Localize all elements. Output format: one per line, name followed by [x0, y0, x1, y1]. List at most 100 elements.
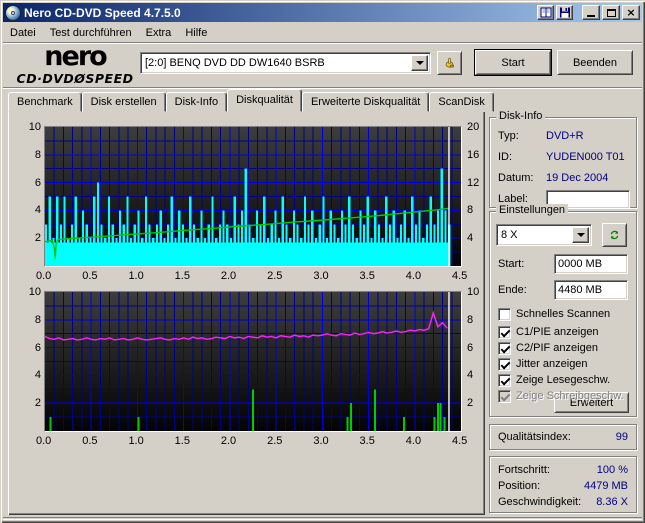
- tab-diskqualit-t[interactable]: Diskqualität: [227, 89, 302, 112]
- disk-info-panel: Disk-Info Typ: DVD+R ID: YUDEN000 T01 Datum:…: [489, 110, 637, 209]
- disk-info-label: ID:: [498, 151, 513, 163]
- checkbox-c2-pif-anzeigen[interactable]: C2/PIF anzeigen: [498, 341, 598, 355]
- tab-benchmark[interactable]: Benchmark: [8, 92, 82, 112]
- disk-info-label: Datum:: [498, 172, 534, 184]
- titlebar[interactable]: Nero CD-DVD Speed 4.7.5.0 ×: [3, 3, 642, 22]
- checkbox-zeige-lesegeschw[interactable]: Zeige Lesegeschw.: [498, 373, 610, 387]
- x-axis-tick-pi-errors: 0.5: [82, 270, 98, 282]
- checkbox-label: Zeige Lesegeschw.: [516, 374, 611, 386]
- pi-errors-chart: [44, 126, 462, 267]
- disk-info-row-id: ID: YUDEN000 T01: [498, 151, 630, 163]
- checkbox-zeige-schreibgeschw: Zeige Schreibgeschw.: [498, 389, 624, 403]
- progress-label: Geschwindigkeit:: [498, 496, 582, 508]
- y-axis-right-tick-pi-errors: 20: [467, 121, 480, 133]
- create-disc-button[interactable]: [437, 51, 462, 75]
- quality-index-label: Qualitätsindex:: [498, 431, 571, 443]
- checkbox-label: Jitter anzeigen: [516, 358, 588, 370]
- checkbox-box[interactable]: [498, 357, 511, 371]
- menu-item-datei[interactable]: Datei: [3, 25, 43, 41]
- x-axis-tick-pi-errors: 2.5: [267, 270, 283, 282]
- checkbox-box[interactable]: [498, 325, 511, 339]
- x-axis-tick-jitter: 4.0: [405, 435, 422, 447]
- progress-value: 100 %: [596, 464, 628, 476]
- quality-index-panel: Qualitätsindex: 99: [489, 424, 637, 450]
- report-icon[interactable]: [537, 5, 554, 20]
- checkbox-label: Schnelles Scannen: [516, 308, 611, 320]
- chevron-down-icon[interactable]: [572, 227, 589, 243]
- window-title: Nero CD-DVD Speed 4.7.5.0: [24, 5, 181, 20]
- checkbox-jitter-anzeigen[interactable]: Jitter anzeigen: [498, 357, 588, 371]
- maximize-icon: [606, 8, 616, 17]
- x-axis-tick-pi-errors: 4.0: [405, 270, 422, 282]
- speed-select[interactable]: 8 X: [496, 224, 592, 246]
- x-axis-tick-jitter: 4.5: [452, 435, 468, 447]
- progress-label: Position:: [498, 480, 541, 492]
- progress-value: 8.36 X: [596, 496, 628, 508]
- checkbox-label: C1/PIE anzeigen: [516, 326, 599, 338]
- refresh-button[interactable]: [602, 223, 627, 247]
- tab-bar: Benchmark Disk erstellen Disk-Info Diskqual…: [8, 89, 494, 112]
- close-icon: ×: [626, 5, 636, 19]
- y-axis-right-tick-pi-errors: 16: [467, 148, 480, 161]
- minimize-icon: [587, 15, 595, 17]
- y-axis-left-tick-jitter: 10: [28, 286, 41, 298]
- start-position-label: Start:: [498, 258, 525, 270]
- progress-label: Fortschritt:: [498, 464, 550, 476]
- disk-info-title: Disk-Info: [496, 110, 546, 122]
- x-axis-tick-jitter: 0.0: [36, 435, 52, 447]
- y-axis-left-tick-pi-errors: 4: [34, 204, 41, 217]
- x-axis-tick-pi-errors: 1.5: [174, 270, 190, 282]
- checkbox-c1-pie-anzeigen[interactable]: C1/PIE anzeigen: [498, 325, 599, 339]
- x-axis-tick-pi-errors: 3.0: [313, 270, 329, 282]
- quality-index-value: 99: [615, 431, 628, 443]
- disk-info-row-datum: Datum: 19 Dec 2004: [498, 172, 630, 184]
- checkbox-box[interactable]: [498, 373, 511, 387]
- x-axis-tick-pi-errors: 4.5: [452, 270, 468, 282]
- refresh-icon: [610, 230, 619, 240]
- jitter-chart: [44, 291, 462, 432]
- tab-erweiterte-diskqualit-t[interactable]: Erweiterte Diskqualität: [301, 92, 430, 112]
- drive-select[interactable]: [2:0] BENQ DVD DD DW1640 BSRB: [140, 52, 431, 74]
- minimize-button[interactable]: [582, 5, 600, 20]
- x-axis-tick-jitter: 2.0: [220, 435, 237, 447]
- chevron-down-icon[interactable]: [411, 55, 428, 71]
- progress-panel: Fortschritt: 100 % Position: 4479 MB Geschwi…: [489, 456, 637, 513]
- drive-select-value: [2:0] BENQ DVD DD DW1640 BSRB: [145, 57, 325, 69]
- end-position-field[interactable]: 4480 MB: [554, 280, 628, 300]
- tab-scandisk[interactable]: ScanDisk: [429, 92, 494, 112]
- settings-panel: Einstellungen 8 X Start: 0000 MB Ende: 4…: [489, 204, 637, 417]
- progress-row-fortschritt: Fortschritt: 100 %: [498, 464, 628, 476]
- quit-button[interactable]: Beenden: [557, 50, 633, 75]
- disk-info-value: DVD+R: [546, 130, 584, 142]
- menu-item-test-durchf-hren[interactable]: Test durchführen: [43, 25, 139, 41]
- disk-info-value: YUDEN000 T01: [546, 151, 625, 163]
- save-icon[interactable]: [556, 5, 573, 20]
- y-axis-left-tick-pi-errors: 8: [34, 148, 41, 161]
- checkbox-box[interactable]: [498, 307, 511, 321]
- y-axis-left-tick-pi-errors: 6: [34, 176, 41, 189]
- checkbox-label: Zeige Schreibgeschw.: [516, 390, 624, 402]
- app-cd-icon: [5, 4, 21, 21]
- nero-logo: nero CD·DVDØSPEED: [14, 41, 136, 86]
- checkbox-box[interactable]: [498, 341, 511, 355]
- x-axis-tick-jitter: 3.0: [313, 435, 329, 447]
- x-axis-tick-jitter: 1.5: [174, 435, 190, 447]
- close-button[interactable]: ×: [622, 5, 640, 20]
- progress-row-position: Position: 4479 MB: [498, 480, 628, 492]
- y-axis-left-tick-jitter: 2: [34, 397, 41, 410]
- hand-icon: [445, 57, 455, 68]
- start-button[interactable]: Start: [475, 50, 551, 75]
- menu-item-extra[interactable]: Extra: [139, 25, 179, 41]
- menu-item-hilfe[interactable]: Hilfe: [178, 25, 214, 41]
- x-axis-tick-jitter: 0.5: [82, 435, 98, 447]
- tab-disk-info[interactable]: Disk-Info: [165, 92, 228, 112]
- checkbox-schnelles-scannen[interactable]: Schnelles Scannen: [498, 307, 610, 321]
- maximize-button[interactable]: [602, 5, 620, 20]
- cddvdspeed-logo-text: CD·DVDØSPEED: [16, 71, 134, 86]
- tab-disk-erstellen[interactable]: Disk erstellen: [81, 92, 166, 112]
- end-position-label: Ende:: [498, 284, 527, 296]
- nero-logo-text: nero: [44, 41, 107, 72]
- menubar: Datei Test durchführen Extra Hilfe: [3, 23, 642, 42]
- start-position-field[interactable]: 0000 MB: [554, 254, 628, 274]
- x-axis-tick-jitter: 3.5: [359, 435, 375, 447]
